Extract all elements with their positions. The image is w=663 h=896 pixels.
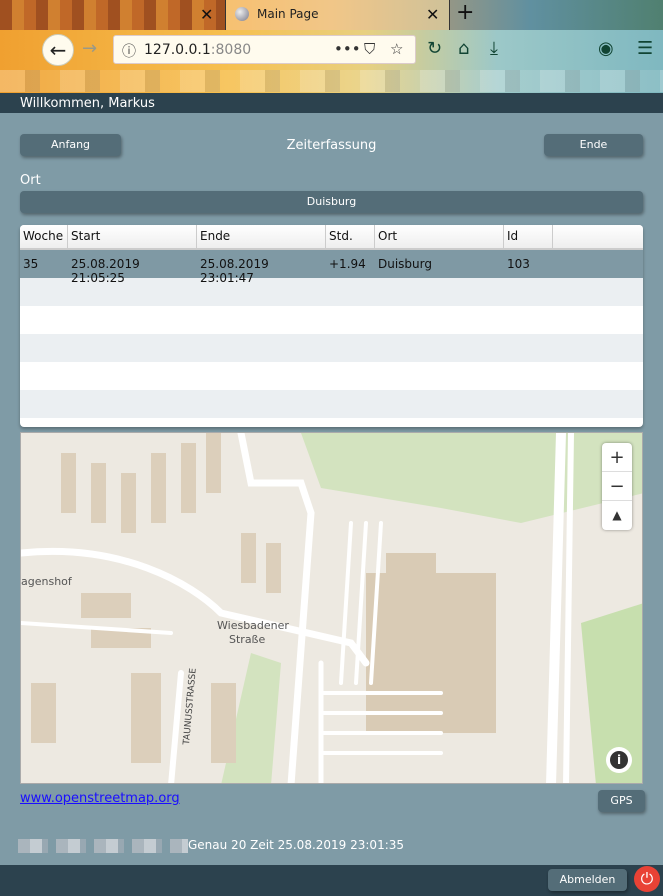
map[interactable]: agenshof Wiesbadener Straße TAUNUSSTRASS… bbox=[20, 432, 643, 784]
account-icon[interactable]: ◉ bbox=[598, 38, 614, 59]
status-line: Genau 20 Zeit 25.08.2019 23:01:35 bbox=[18, 838, 404, 853]
reload-icon[interactable]: ↻ bbox=[427, 38, 442, 59]
close-tab-icon[interactable]: ✕ bbox=[426, 5, 439, 24]
col-ende[interactable]: Ende bbox=[197, 225, 326, 248]
map-info-button[interactable]: i bbox=[606, 747, 632, 773]
back-button[interactable]: ← bbox=[42, 34, 74, 66]
pocket-icon[interactable]: ⛉ bbox=[364, 40, 375, 58]
blurred-text bbox=[18, 838, 188, 853]
power-icon[interactable]: ⏻ bbox=[634, 866, 660, 892]
tab-main-page[interactable]: Main Page ✕ bbox=[225, 0, 450, 30]
menu-icon[interactable]: ☰ bbox=[637, 38, 653, 59]
map-label-street1: Wiesbadener bbox=[217, 619, 289, 632]
new-tab-icon[interactable]: + bbox=[456, 0, 474, 25]
empty-row bbox=[20, 334, 643, 362]
cell-woche: 35 bbox=[23, 257, 39, 271]
cell-ort: Duisburg bbox=[378, 257, 432, 271]
forward-button[interactable]: → bbox=[82, 38, 97, 59]
zoom-in-button[interactable]: + bbox=[602, 443, 632, 472]
cell-std: +1.94 bbox=[329, 257, 366, 271]
map-tiles: agenshof Wiesbadener Straße TAUNUSSTRASS… bbox=[21, 433, 642, 783]
url-bar[interactable]: ⓘ 127.0.0.1:8080 ••• ⛉ ☆ bbox=[113, 35, 416, 64]
map-label-street3: TAUNUSSTRASSE bbox=[182, 667, 199, 746]
cell-ende: 25.08.2019 23:01:47 bbox=[200, 257, 269, 285]
status-text: Genau 20 Zeit 25.08.2019 23:01:35 bbox=[188, 838, 405, 852]
table-header: Woche Start Ende Std. Ort Id bbox=[20, 225, 643, 250]
tab-strip: ✕ Main Page ✕ + bbox=[0, 0, 663, 30]
info-icon[interactable]: ⓘ bbox=[122, 41, 136, 61]
compass-icon[interactable]: ▲ bbox=[602, 501, 632, 530]
more-dots-icon[interactable]: ••• bbox=[334, 40, 361, 58]
tab-blurred[interactable]: ✕ bbox=[0, 0, 225, 30]
url-text: 127.0.0.1:8080 bbox=[144, 42, 251, 58]
app-header: Willkommen, Markus bbox=[0, 93, 663, 113]
osm-link[interactable]: www.openstreetmap.org bbox=[20, 791, 180, 806]
table-row[interactable]: 35 25.08.2019 21:05:25 25.08.2019 23:01:… bbox=[20, 250, 643, 285]
url-host: 127.0.0.1 bbox=[144, 42, 211, 58]
tab-title: Main Page bbox=[257, 7, 319, 21]
col-start[interactable]: Start bbox=[68, 225, 197, 248]
col-woche[interactable]: Woche bbox=[20, 225, 68, 248]
map-label-place: agenshof bbox=[21, 575, 73, 588]
globe-icon bbox=[235, 7, 249, 21]
zoom-out-button[interactable]: − bbox=[602, 472, 632, 501]
col-std[interactable]: Std. bbox=[326, 225, 375, 248]
cell-start: 25.08.2019 21:05:25 bbox=[71, 257, 140, 285]
welcome-text: Willkommen, Markus bbox=[20, 96, 155, 111]
location-label: Ort bbox=[20, 173, 41, 188]
empty-row bbox=[20, 306, 643, 334]
time-table: Woche Start Ende Std. Ort Id 35 25.08.20… bbox=[20, 225, 643, 427]
bookmarks-bar-blurred bbox=[0, 70, 663, 92]
map-zoom-controls: + − ▲ bbox=[602, 443, 632, 530]
info-icon: i bbox=[610, 751, 628, 769]
col-ort[interactable]: Ort bbox=[375, 225, 504, 248]
cell-id: 103 bbox=[507, 257, 530, 271]
star-icon[interactable]: ☆ bbox=[390, 40, 403, 58]
logout-button[interactable]: Abmelden bbox=[548, 869, 627, 891]
empty-row bbox=[20, 390, 643, 418]
empty-row bbox=[20, 362, 643, 390]
location-select[interactable]: Duisburg bbox=[20, 191, 643, 213]
end-button[interactable]: Ende bbox=[544, 134, 643, 156]
map-label-street2: Straße bbox=[229, 633, 265, 646]
download-icon[interactable]: ⤓ bbox=[490, 38, 498, 59]
close-tab-icon[interactable]: ✕ bbox=[200, 5, 213, 24]
browser-chrome: ✕ Main Page ✕ + ← → ⓘ 127.0.0.1:8080 •••… bbox=[0, 0, 663, 93]
url-port: :8080 bbox=[210, 42, 252, 58]
home-icon[interactable]: ⌂ bbox=[458, 38, 469, 59]
col-id[interactable]: Id bbox=[504, 225, 553, 248]
gps-button[interactable]: GPS bbox=[598, 790, 645, 812]
